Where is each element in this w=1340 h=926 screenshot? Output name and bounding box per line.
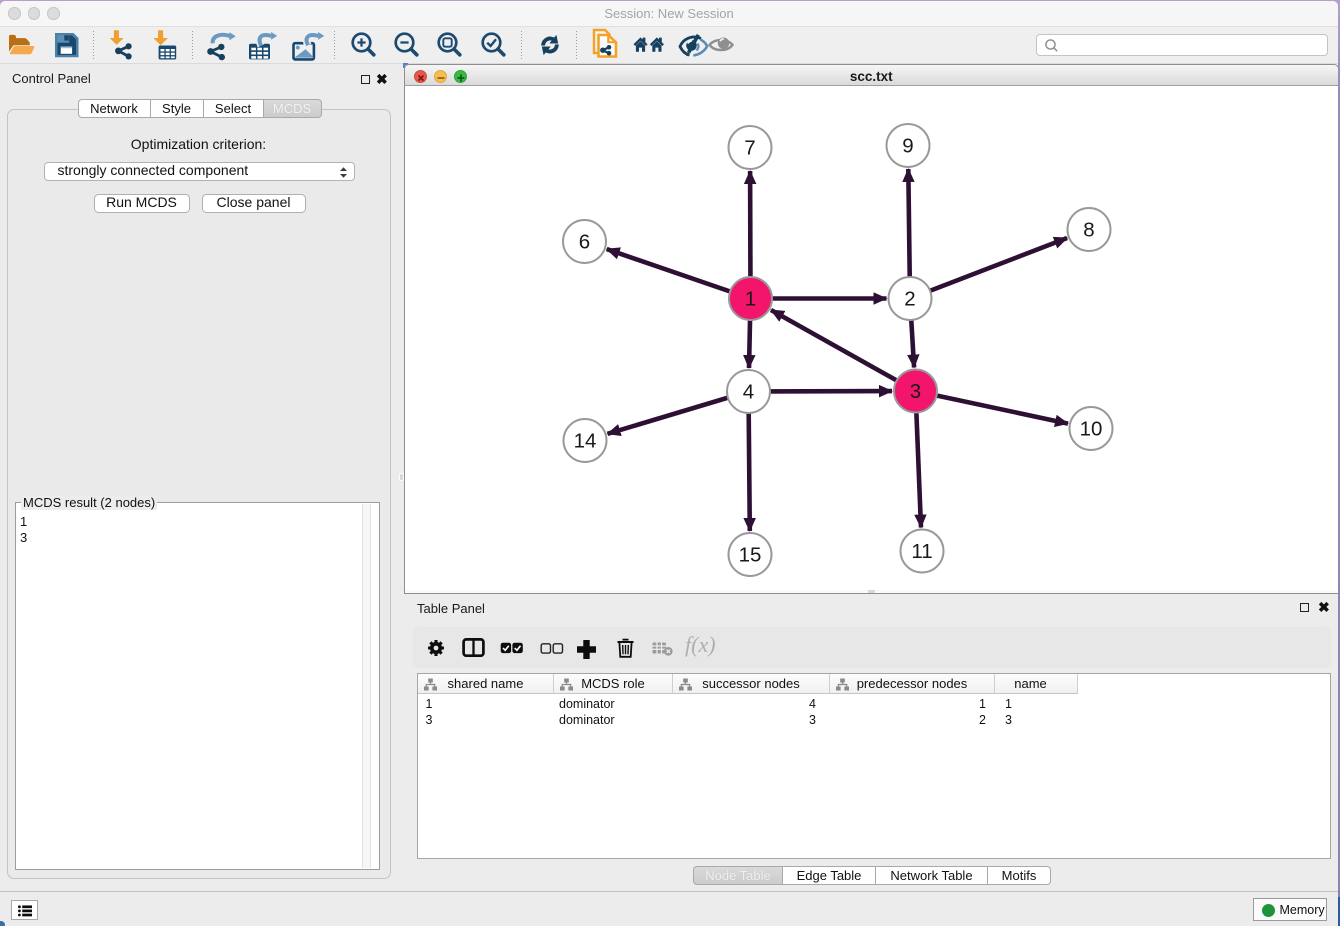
svg-text:2: 2 (904, 287, 915, 310)
svg-text:8: 8 (1083, 218, 1094, 241)
svg-text:7: 7 (744, 136, 755, 159)
svg-text:11: 11 (911, 540, 932, 563)
svg-text:10: 10 (1080, 417, 1103, 440)
svg-text:4: 4 (743, 380, 754, 403)
svg-text:15: 15 (739, 543, 762, 566)
svg-text:3: 3 (910, 380, 921, 403)
svg-text:9: 9 (902, 134, 913, 157)
svg-text:1: 1 (745, 287, 756, 310)
svg-text:14: 14 (574, 429, 597, 452)
svg-text:6: 6 (579, 230, 590, 253)
